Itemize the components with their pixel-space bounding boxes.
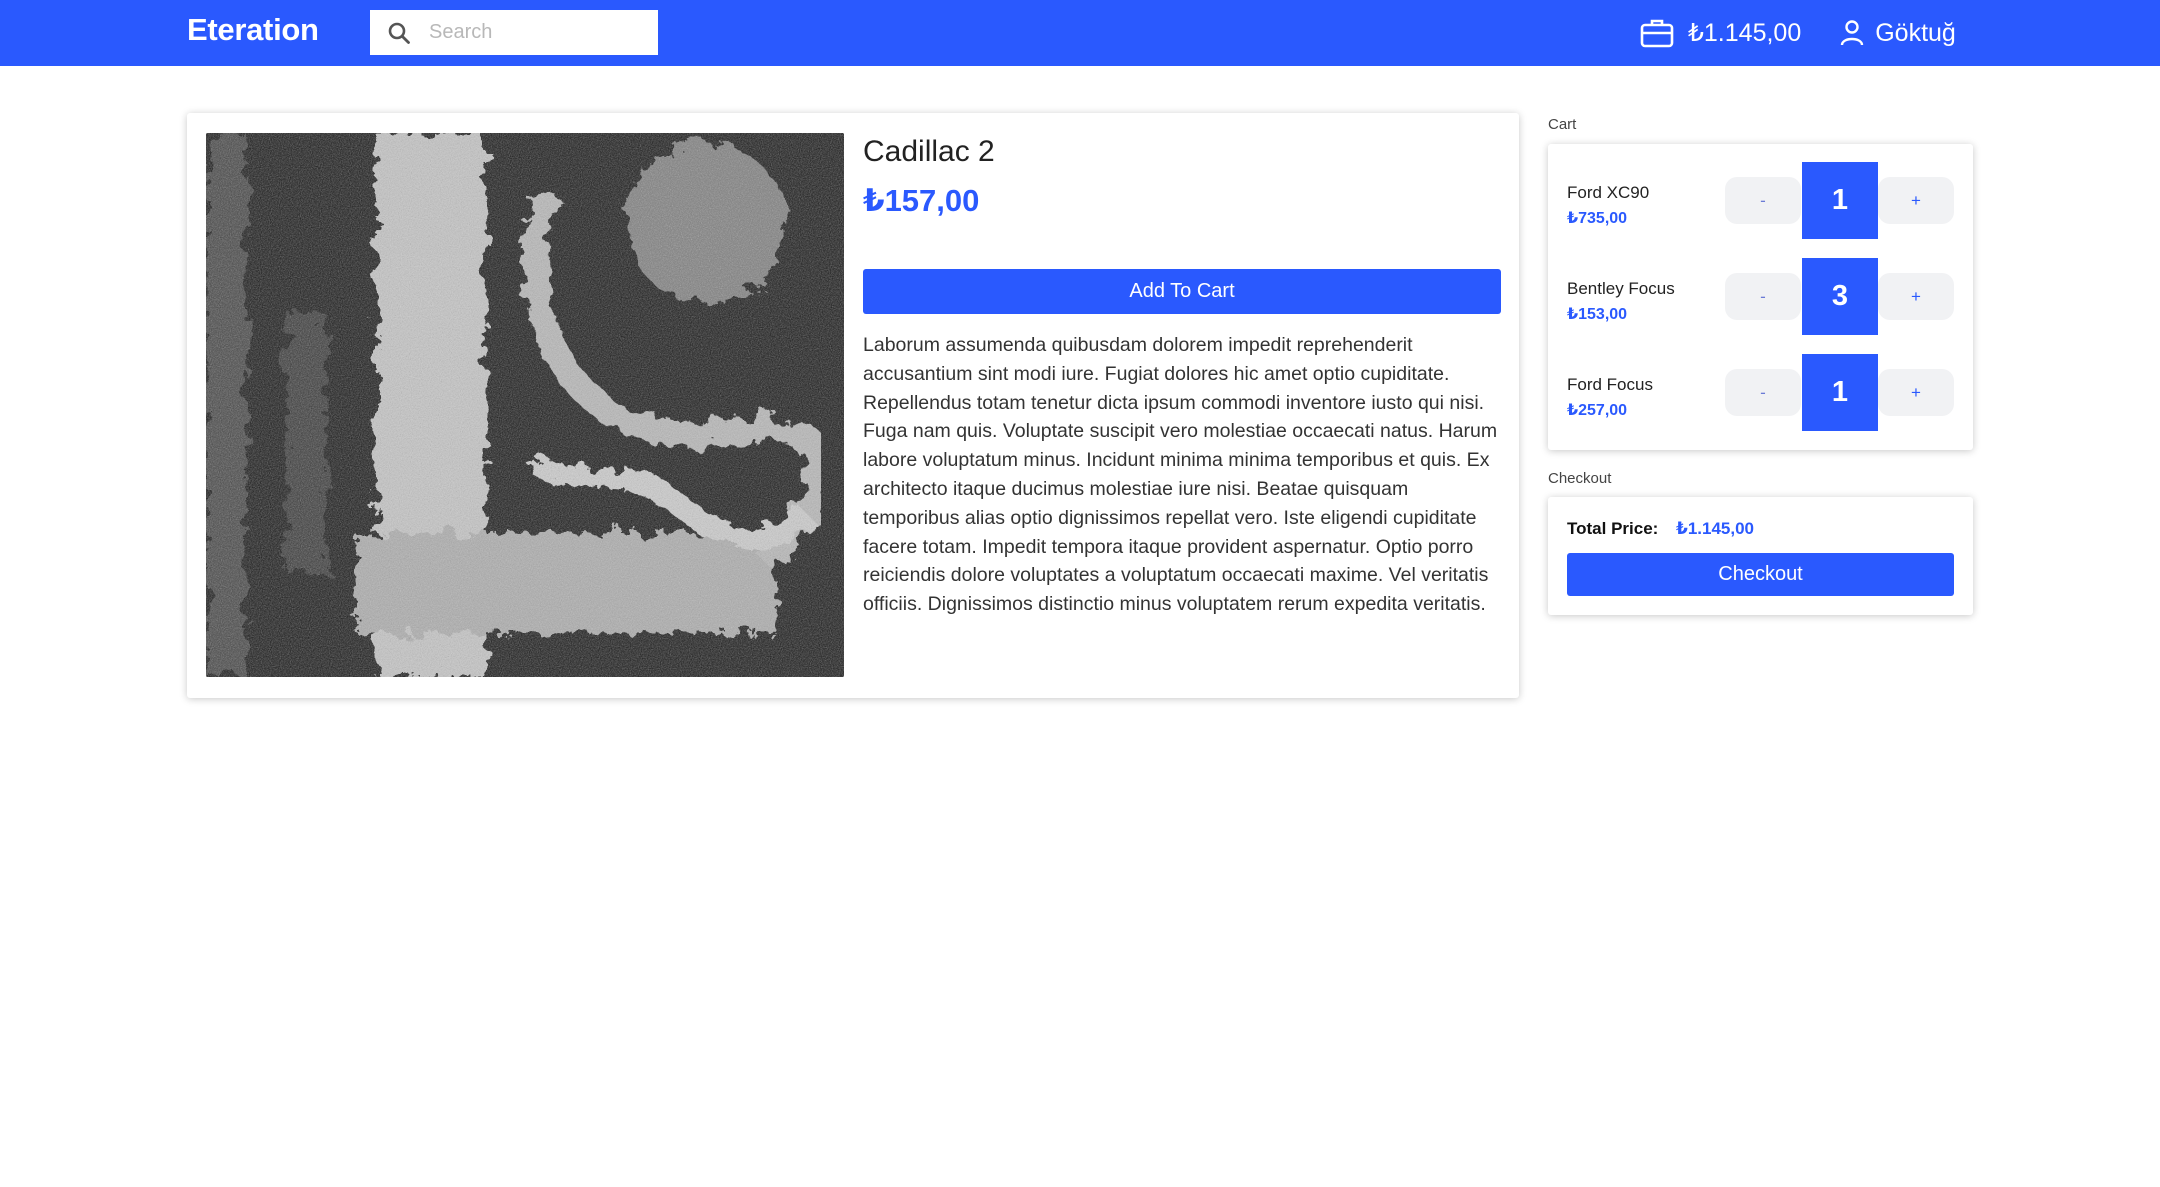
cart-item-name: Ford Focus [1567, 375, 1653, 394]
search-input[interactable] [429, 14, 649, 51]
product-detail-card: Cadillac 2 ₺157,00 Add To Cart Laborum a… [187, 113, 1519, 698]
brand-logo[interactable]: Eteration [187, 12, 319, 48]
cart-panel: Ford XC90 ₺735,00 - 1 + Bentley Focus ₺1… [1548, 144, 1973, 450]
increase-quantity-button[interactable]: + [1878, 177, 1954, 224]
cart-item-name: Bentley Focus [1567, 279, 1675, 298]
quantity-value: 1 [1802, 162, 1878, 239]
checkout-label: Checkout [1548, 470, 1612, 487]
cart-item: Bentley Focus ₺153,00 - 3 + [1548, 258, 1973, 336]
user-name[interactable]: Göktuğ [1875, 19, 1956, 48]
increase-quantity-button[interactable]: + [1878, 273, 1954, 320]
top-navbar: Eteration ₺1.145,00 Göktuğ [0, 0, 2160, 66]
search-box[interactable] [370, 10, 658, 55]
wallet-icon[interactable] [1640, 17, 1674, 49]
cart-item: Ford XC90 ₺735,00 - 1 + [1548, 162, 1973, 240]
cart-item-name: Ford XC90 [1567, 183, 1650, 202]
total-price-label: Total Price: [1567, 519, 1659, 538]
user-icon[interactable] [1839, 19, 1865, 47]
decrease-quantity-button[interactable]: - [1725, 273, 1801, 320]
search-icon [388, 22, 410, 44]
quantity-value: 3 [1802, 258, 1878, 335]
nav-right: ₺1.145,00 Göktuğ [1640, 14, 1956, 52]
checkout-button[interactable]: Checkout [1567, 553, 1954, 596]
decrease-quantity-button[interactable]: - [1725, 177, 1801, 224]
product-description: Laborum assumenda quibusdam dolorem impe… [863, 334, 1498, 616]
cart-item-price: ₺153,00 [1567, 306, 1628, 323]
quantity-value: 1 [1802, 354, 1878, 431]
product-title: Cadillac 2 [863, 135, 995, 168]
product-price: ₺157,00 [863, 183, 980, 218]
total-price-value: ₺1.145,00 [1676, 519, 1755, 538]
wallet-total[interactable]: ₺1.145,00 [1688, 18, 1801, 48]
product-photo-texture [206, 133, 844, 677]
add-to-cart-button[interactable]: Add To Cart [863, 269, 1501, 314]
cart-label: Cart [1548, 116, 1577, 133]
checkout-panel: Total Price: ₺1.145,00 Checkout [1548, 497, 1973, 615]
product-image [206, 133, 844, 677]
decrease-quantity-button[interactable]: - [1725, 369, 1801, 416]
cart-item: Ford Focus ₺257,00 - 1 + [1548, 354, 1973, 432]
cart-item-price: ₺257,00 [1567, 402, 1628, 419]
increase-quantity-button[interactable]: + [1878, 369, 1954, 416]
cart-item-price: ₺735,00 [1567, 210, 1628, 227]
